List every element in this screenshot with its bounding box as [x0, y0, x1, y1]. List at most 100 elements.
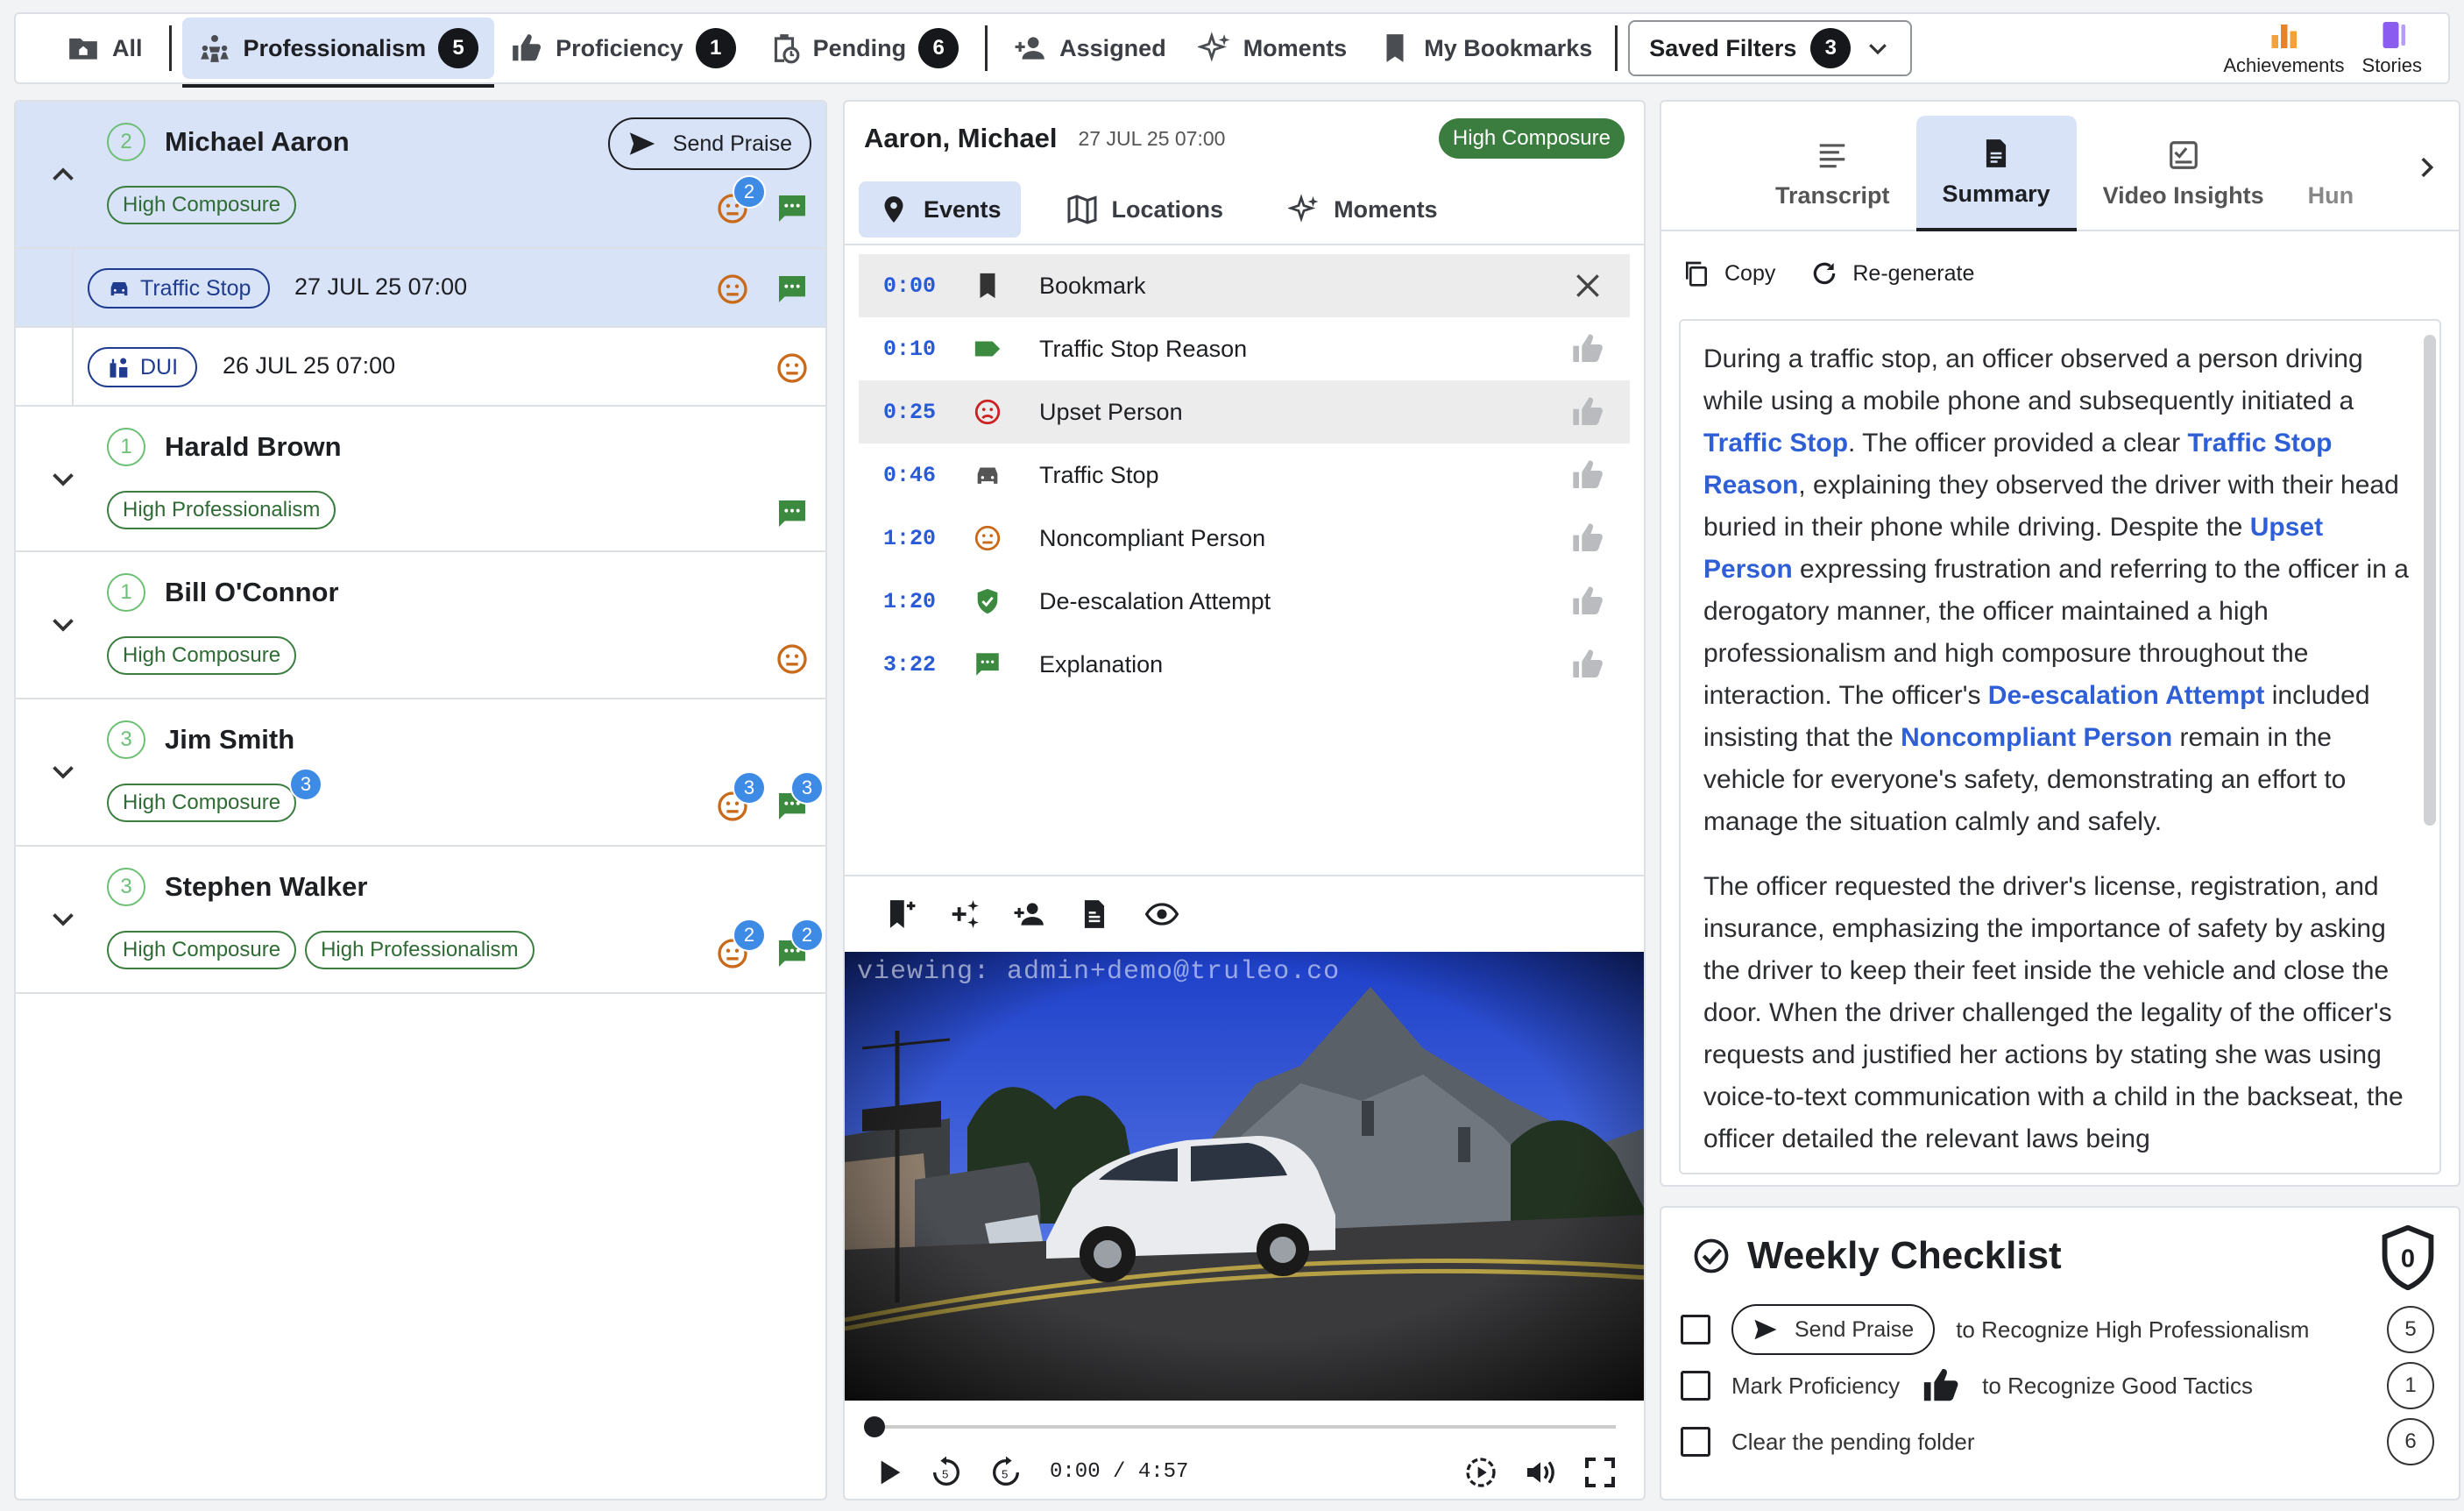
event-item[interactable]: 0:00 Bookmark [859, 254, 1630, 317]
tab-video-insights[interactable]: Video Insights [2077, 116, 2291, 231]
filter-all[interactable]: All [51, 18, 159, 79]
event-item[interactable]: 1:20 Noncompliant Person [859, 507, 1630, 570]
filter-proficiency[interactable]: Proficiency 1 [494, 18, 752, 79]
assign-person-icon[interactable] [1013, 897, 1046, 931]
scrollbar[interactable] [2424, 335, 2436, 826]
sad-face-icon [974, 399, 1001, 425]
car-icon [110, 282, 128, 296]
eye-icon[interactable] [1143, 897, 1181, 931]
forward-icon[interactable]: 5 [988, 1455, 1023, 1490]
notification-badge: 3 [790, 771, 824, 805]
filter-pending[interactable]: Pending 6 [752, 18, 975, 79]
chat-icon[interactable] [775, 496, 810, 531]
event-item[interactable]: 0:10 Traffic Stop Reason [859, 317, 1630, 380]
officer-row-harald-brown[interactable]: 1 Harald Brown High Professionalism [16, 407, 825, 552]
filter-professionalism[interactable]: Professionalism 5 [181, 18, 495, 88]
video-controls: 5 5 0:00 / 4:57 [845, 1401, 1644, 1499]
thumbs-up-icon[interactable] [1921, 1366, 1961, 1406]
chevron-down-icon[interactable] [47, 756, 79, 787]
chevron-right-icon[interactable] [2411, 153, 2441, 182]
tag-high-composure[interactable]: High Composure [107, 636, 297, 675]
thumbs-up-icon[interactable] [1570, 458, 1605, 493]
event-type-pill: DUI [88, 347, 198, 387]
officer-row-stephen-walker[interactable]: 3 Stephen Walker High Composure High Prof… [16, 847, 825, 994]
chat-icon [976, 653, 999, 676]
tab-moments[interactable]: Moments [1269, 181, 1457, 238]
officer-row-michael-aaron[interactable]: 2 Michael Aaron Send Praise High Composu… [16, 102, 825, 249]
officer-row-jim-smith[interactable]: 3 Jim Smith High Composure 3 3 3 [16, 699, 825, 847]
thumbs-up-icon[interactable] [1570, 394, 1605, 429]
team-icon [200, 34, 229, 62]
stories-button[interactable]: Stories [2362, 19, 2422, 77]
neutral-face-icon[interactable] [775, 351, 810, 386]
thumbs-up-icon[interactable] [1570, 521, 1605, 556]
thumbs-up-icon[interactable] [1570, 331, 1605, 366]
tag-high-composure[interactable]: High Composure [107, 931, 297, 969]
tag-high-professionalism[interactable]: High Professionalism [305, 931, 535, 969]
event-item[interactable]: 3:22 Explanation [859, 633, 1630, 696]
tab-summary[interactable]: Summary [1915, 116, 2077, 231]
achievements-button[interactable]: Achievements [2223, 19, 2345, 77]
event-item[interactable]: 0:25 Upset Person [859, 380, 1630, 443]
event-item[interactable]: 1:20 De-escalation Attempt [859, 570, 1630, 633]
add-moment-icon[interactable] [948, 897, 981, 931]
chat-icon[interactable] [775, 191, 810, 226]
event-detail-panel: Aaron, Michael 27 JUL 25 07:00 High Comp… [843, 100, 1646, 1500]
keyword-link[interactable]: De-escalation Attempt [1988, 681, 2265, 710]
chevron-down-icon[interactable] [47, 903, 79, 934]
filter-assigned[interactable]: Assigned [998, 18, 1182, 79]
document-icon [1986, 138, 2007, 167]
officer-name: Bill O'Connor [165, 577, 339, 607]
filter-moments[interactable]: Moments [1182, 18, 1363, 79]
thumbs-up-icon[interactable] [1570, 647, 1605, 682]
add-bookmark-icon[interactable] [883, 897, 917, 931]
chevron-up-icon[interactable] [47, 160, 79, 191]
sparkle-icon [1197, 32, 1230, 62]
neutral-face-icon[interactable] [775, 642, 810, 677]
volume-icon[interactable] [1523, 1455, 1558, 1490]
play-icon[interactable] [871, 1455, 906, 1490]
checklist-count: 5 [2387, 1306, 2434, 1353]
checkbox[interactable] [1681, 1371, 1710, 1401]
tag-high-composure[interactable]: High Composure [107, 186, 297, 224]
notification-badge: 3 [289, 768, 322, 801]
progress-bar[interactable] [864, 1416, 1616, 1437]
event-row-traffic-stop[interactable]: Traffic Stop 27 JUL 25 07:00 [16, 249, 825, 328]
neutral-face-icon[interactable] [715, 272, 750, 307]
keyword-link[interactable]: Noncompliant Person [1901, 723, 2172, 752]
person-add-icon [1015, 37, 1044, 60]
saved-filters-dropdown[interactable]: Saved Filters 3 [1628, 20, 1913, 76]
tab-hunches[interactable]: Hun [2291, 116, 2371, 231]
copy-button[interactable]: Copy [1682, 259, 1775, 287]
officer-row-bill-oconnor[interactable]: 1 Bill O'Connor High Composure [16, 552, 825, 699]
checkbox[interactable] [1681, 1315, 1710, 1344]
viewer-watermark: viewing: admin+demo@truleo.co [857, 957, 1341, 987]
tag-high-composure[interactable]: High Composure [107, 784, 297, 822]
tab-events[interactable]: Events [859, 181, 1021, 238]
checkbox[interactable] [1681, 1427, 1710, 1457]
map-icon [1067, 195, 1097, 224]
playback-speed-icon[interactable] [1463, 1455, 1498, 1490]
tag-high-professionalism[interactable]: High Professionalism [107, 491, 336, 529]
fullscreen-icon[interactable] [1582, 1455, 1618, 1490]
filter-bookmarks[interactable]: My Bookmarks [1363, 18, 1608, 79]
chevron-down-icon[interactable] [47, 608, 79, 640]
keyword-link[interactable]: Traffic Stop [1703, 429, 1848, 458]
tab-locations[interactable]: Locations [1047, 181, 1243, 238]
report-icon[interactable] [1078, 897, 1111, 931]
tab-transcript[interactable]: Transcript [1749, 116, 1916, 231]
top-filter-bar: All Professionalism 5 Proficiency 1 Pend… [14, 12, 2450, 88]
video-player[interactable]: viewing: admin+demo@truleo.co [845, 952, 1644, 1401]
chevron-down-icon[interactable] [47, 463, 79, 494]
send-praise-button[interactable]: Send Praise [607, 117, 811, 170]
progress-handle[interactable] [864, 1416, 885, 1437]
event-row-dui[interactable]: DUI 26 JUL 25 07:00 [16, 328, 825, 407]
event-item[interactable]: 0:46 Traffic Stop [859, 443, 1630, 507]
send-praise-button[interactable]: Send Praise [1731, 1304, 1936, 1355]
insights-tabs: Transcript Summary Video Insights Hun [1661, 102, 2459, 231]
close-icon[interactable] [1570, 268, 1605, 303]
regenerate-button[interactable]: Re-generate [1810, 259, 1974, 287]
chat-icon[interactable] [775, 272, 810, 307]
thumbs-up-icon[interactable] [1570, 584, 1605, 619]
rewind-icon[interactable]: 5 [929, 1455, 964, 1490]
